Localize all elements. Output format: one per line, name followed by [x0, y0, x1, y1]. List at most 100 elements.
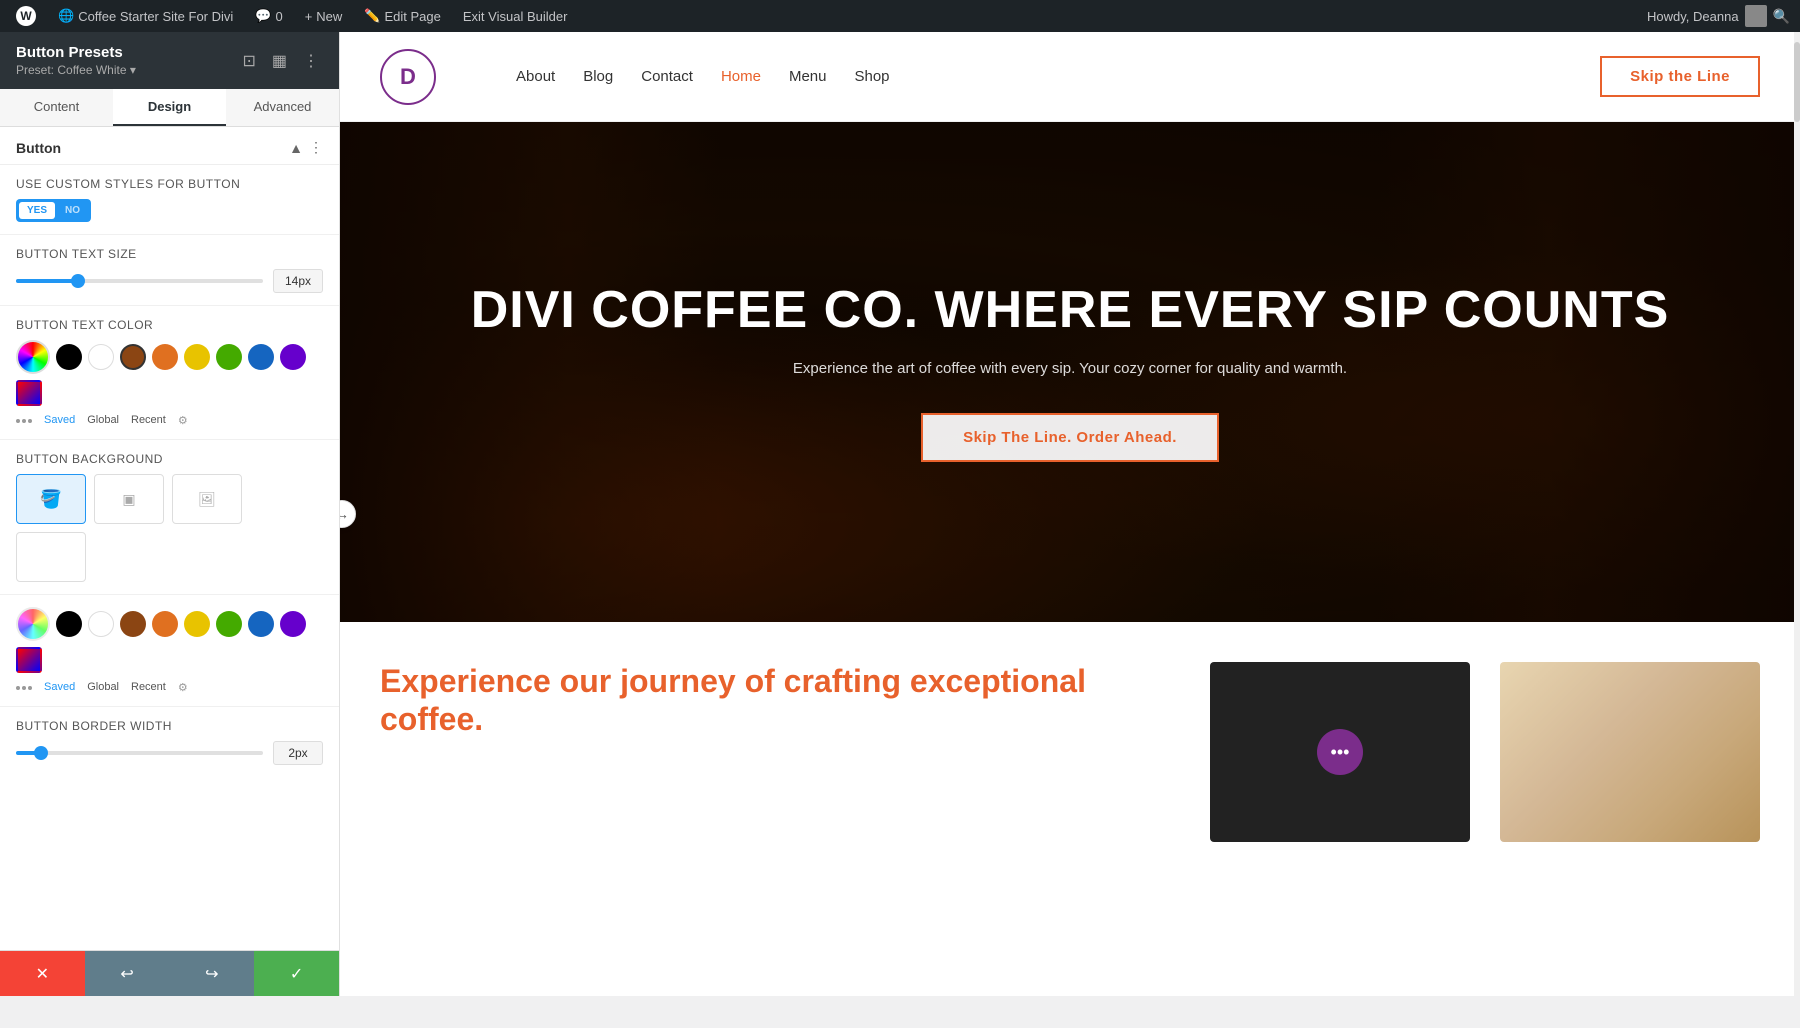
border-slider-thumb[interactable]	[34, 746, 48, 760]
exit-builder-item[interactable]: Exit Visual Builder	[457, 0, 574, 32]
color-swatch-white[interactable]	[88, 344, 114, 370]
new-item[interactable]: + New	[299, 0, 349, 32]
hero-title: DIVI COFFEE CO. WHERE EVERY SIP COUNTS	[471, 282, 1670, 339]
layout-icon[interactable]: ▦	[268, 49, 291, 73]
search-icon[interactable]: 🔍	[1773, 8, 1790, 25]
bg-swatch-brown[interactable]	[120, 611, 146, 637]
more-options-icon[interactable]: ⋮	[299, 49, 323, 73]
tab-advanced[interactable]: Advanced	[226, 89, 339, 126]
cancel-button[interactable]: ✕	[0, 951, 85, 996]
color-swatch-brown[interactable]	[120, 344, 146, 370]
undo-button[interactable]: ↩	[85, 951, 170, 996]
scrollbar-thumb[interactable]	[1794, 42, 1800, 122]
bg-swatch-blue[interactable]	[248, 611, 274, 637]
bg-label: Button Background	[16, 452, 323, 466]
bg-color-tag-global[interactable]: Global	[87, 681, 119, 694]
nav-menu[interactable]: Menu	[789, 68, 827, 85]
border-width-value[interactable]: 2px	[273, 741, 323, 765]
bg-swatch-custom[interactable]	[16, 647, 42, 673]
fill-icon: 🪣	[40, 489, 62, 510]
text-size-value[interactable]: 14px	[273, 269, 323, 293]
panel-header: Button Presets Preset: Coffee White ▾ ⊡ …	[0, 32, 339, 89]
section-more-icon[interactable]: ⋮	[309, 139, 323, 156]
color-tag-recent[interactable]: Recent	[131, 414, 166, 427]
button-section-title: Button	[16, 140, 61, 156]
bg-color-tag-recent[interactable]: Recent	[131, 681, 166, 694]
bg-swatch-purple[interactable]	[280, 611, 306, 637]
bg-gradient-option[interactable]: ▣	[94, 474, 164, 524]
site-title-item[interactable]: 🌐 Coffee Starter Site For Divi	[52, 0, 239, 32]
nav-about[interactable]: About	[516, 68, 555, 85]
color-swatch-purple[interactable]	[280, 344, 306, 370]
bg-swatch-yellow[interactable]	[184, 611, 210, 637]
panel-header-info: Button Presets Preset: Coffee White ▾	[16, 44, 136, 77]
exit-builder-label: Exit Visual Builder	[463, 9, 568, 24]
wp-logo-item[interactable]: W	[10, 0, 42, 32]
color-swatch-green[interactable]	[216, 344, 242, 370]
text-size-slider-fill	[16, 279, 78, 283]
save-button[interactable]: ✓	[254, 951, 339, 996]
bg-color-preview[interactable]	[16, 532, 86, 582]
color-swatch-orange[interactable]	[152, 344, 178, 370]
site-logo[interactable]: D	[380, 49, 436, 105]
nav-links: About Blog Contact Home Menu Shop	[516, 68, 1600, 85]
text-size-slider-thumb[interactable]	[71, 274, 85, 288]
color-tag-global[interactable]: Global	[87, 414, 119, 427]
edit-page-item[interactable]: ✏️ Edit Page	[358, 0, 447, 32]
nav-cta-button[interactable]: Skip the Line	[1600, 56, 1760, 97]
comments-icon: 💬	[255, 8, 271, 24]
color-swatch-blue[interactable]	[248, 344, 274, 370]
nav-home[interactable]: Home	[721, 68, 761, 85]
below-title: Experience our journey of crafting excep…	[380, 662, 1180, 739]
play-button[interactable]: •••	[1317, 729, 1363, 775]
redo-button[interactable]: ↪	[170, 951, 255, 996]
nav-shop[interactable]: Shop	[854, 68, 889, 85]
tab-design[interactable]: Design	[113, 89, 226, 126]
user-avatar[interactable]	[1745, 5, 1767, 27]
bg-color-option[interactable]: 🪣	[16, 474, 86, 524]
panel-tabs: Content Design Advanced	[0, 89, 339, 127]
color-tag-saved[interactable]: Saved	[44, 414, 75, 427]
nav-blog[interactable]: Blog	[583, 68, 613, 85]
collapse-icon[interactable]: ▲	[289, 140, 303, 156]
color-picker-wheel[interactable]	[16, 340, 50, 374]
bg-color-tag-saved[interactable]: Saved	[44, 681, 75, 694]
nav-contact[interactable]: Contact	[641, 68, 693, 85]
comments-item[interactable]: 💬 0	[249, 0, 288, 32]
color-tags: Saved Global Recent ⚙	[16, 414, 323, 427]
bg-control: Button Background 🪣 ▣ 🖼	[0, 440, 339, 595]
border-width-label: Button Border Width	[16, 719, 323, 733]
logo-letter: D	[400, 64, 416, 90]
custom-styles-toggle[interactable]: YES NO	[16, 199, 91, 222]
text-size-slider-track[interactable]	[16, 279, 263, 283]
bg-swatch-black[interactable]	[56, 611, 82, 637]
bg-color-control: Saved Global Recent ⚙	[0, 595, 339, 707]
color-swatch-black[interactable]	[56, 344, 82, 370]
toggle-container: YES NO	[16, 199, 323, 222]
scrollbar[interactable]	[1794, 32, 1800, 996]
text-size-label: Button Text Size	[16, 247, 323, 261]
coffee-image-bg	[1500, 662, 1760, 842]
bg-swatch-white[interactable]	[88, 611, 114, 637]
bg-swatch-orange[interactable]	[152, 611, 178, 637]
color-settings-icon[interactable]: ⚙	[178, 414, 188, 427]
admin-bar: W 🌐 Coffee Starter Site For Divi 💬 0 + N…	[0, 0, 1800, 32]
site-globe-icon: 🌐	[58, 8, 74, 24]
bg-color-picker-wheel[interactable]	[16, 607, 50, 641]
border-slider-row: 2px	[16, 741, 323, 765]
color-swatch-custom[interactable]	[16, 380, 42, 406]
bg-swatch-green[interactable]	[216, 611, 242, 637]
text-size-slider-row: 14px	[16, 269, 323, 293]
color-swatch-yellow[interactable]	[184, 344, 210, 370]
coffee-video-thumbnail[interactable]: •••	[1210, 662, 1470, 842]
bg-image-option[interactable]: 🖼	[172, 474, 242, 524]
admin-bar-right: Howdy, Deanna 🔍	[1647, 5, 1790, 27]
bg-color-settings-icon[interactable]: ⚙	[178, 681, 188, 694]
panel-preset[interactable]: Preset: Coffee White ▾	[16, 63, 136, 77]
fullscreen-icon[interactable]: ⊡	[238, 49, 259, 73]
border-slider-track[interactable]	[16, 751, 263, 755]
below-text: Experience our journey of crafting excep…	[380, 662, 1180, 842]
hero-cta-button[interactable]: Skip The Line. Order Ahead.	[921, 413, 1219, 462]
text-size-control: Button Text Size 14px	[0, 235, 339, 306]
tab-content[interactable]: Content	[0, 89, 113, 126]
